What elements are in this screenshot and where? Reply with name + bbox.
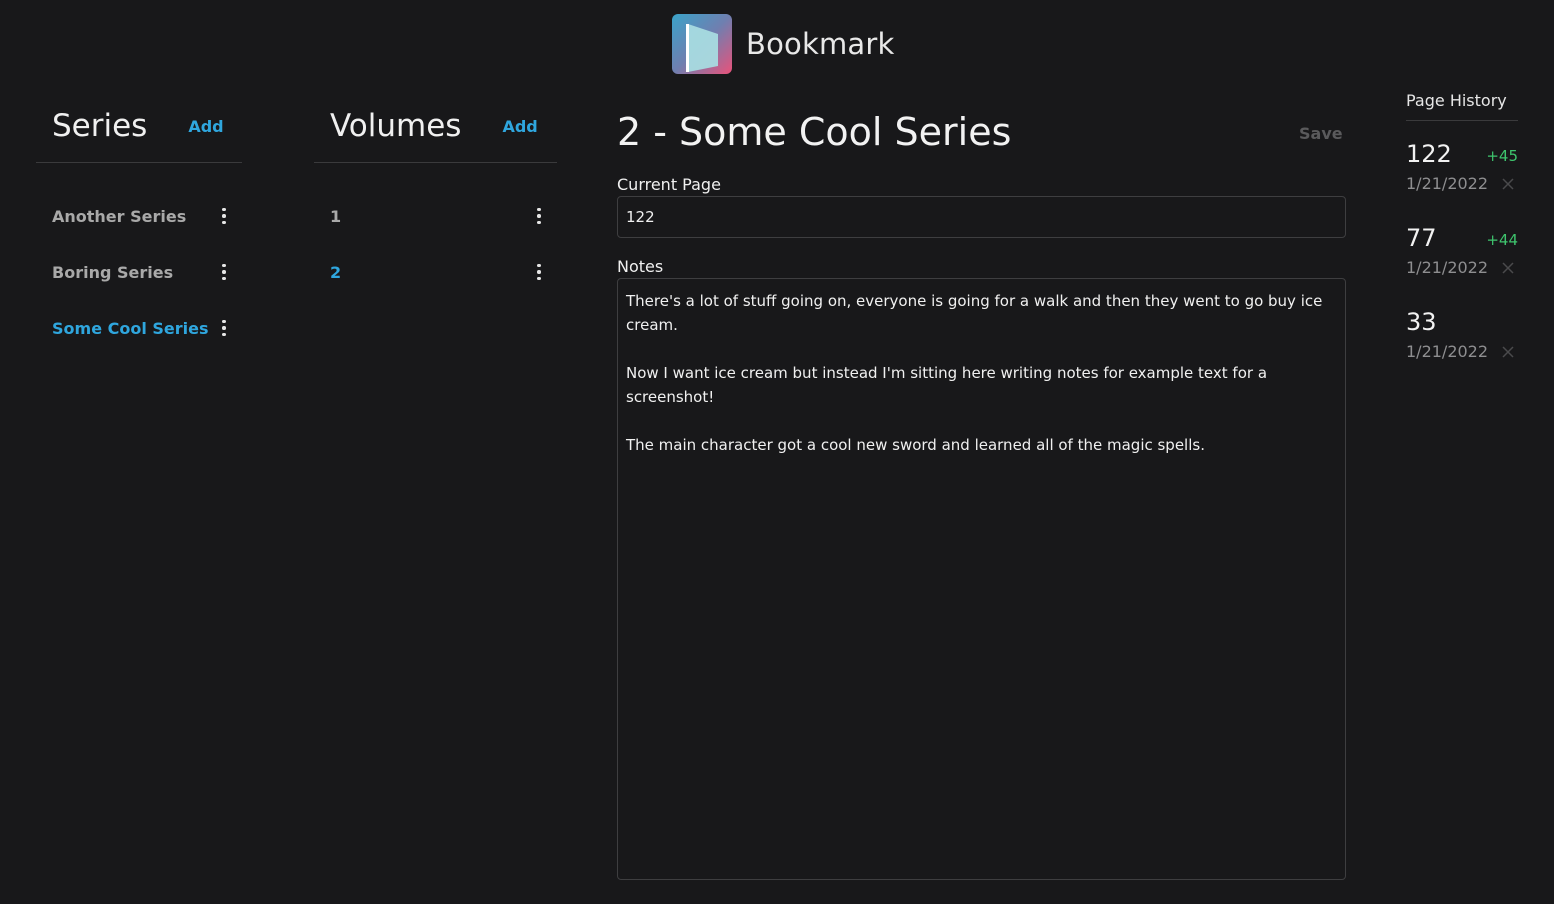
page-history-title: Page History (1406, 91, 1507, 110)
history-date: 1/21/2022 (1406, 258, 1489, 277)
volume-title: 2 - Some Cool Series (617, 110, 1012, 154)
volumes-divider (314, 162, 557, 163)
kebab-menu-icon[interactable] (214, 206, 234, 226)
series-item-some-cool-series[interactable]: Some Cool Series (52, 313, 234, 343)
notes-textarea[interactable]: There's a lot of stuff going on, everyon… (617, 278, 1346, 880)
add-volume-button[interactable]: Add (502, 117, 537, 136)
series-item-boring-series[interactable]: Boring Series (52, 257, 234, 287)
history-entry: 33 1/21/2022 (1406, 308, 1518, 368)
history-page: 77 (1406, 224, 1437, 252)
series-divider (36, 162, 242, 163)
close-icon[interactable] (1500, 176, 1516, 192)
volume-item-label: 2 (330, 262, 342, 282)
volume-item-label: 1 (330, 206, 342, 226)
history-page: 33 (1406, 308, 1437, 336)
series-item-label: Some Cool Series (52, 318, 209, 338)
series-item-label: Another Series (52, 206, 187, 226)
volumes-title: Volumes (330, 108, 462, 144)
close-icon[interactable] (1500, 344, 1516, 360)
kebab-menu-icon[interactable] (529, 206, 549, 226)
history-page: 122 (1406, 140, 1452, 168)
close-icon[interactable] (1500, 260, 1516, 276)
history-date: 1/21/2022 (1406, 174, 1489, 193)
history-date: 1/21/2022 (1406, 342, 1489, 361)
save-button[interactable]: Save (1299, 124, 1343, 143)
current-page-input[interactable] (617, 196, 1346, 238)
app-root: Bookmark Series Add Another Series Borin… (0, 0, 1554, 904)
kebab-menu-icon[interactable] (214, 262, 234, 282)
add-series-button[interactable]: Add (188, 117, 223, 136)
volume-item-1[interactable]: 1 (330, 201, 549, 231)
series-header: Series Add (52, 106, 224, 146)
app-title: Bookmark (746, 27, 895, 61)
history-delta: +44 (1486, 231, 1518, 249)
series-item-label: Boring Series (52, 262, 174, 282)
app-header: Bookmark (672, 14, 895, 74)
history-entry: 77 +44 1/21/2022 (1406, 224, 1518, 284)
page-history-divider (1406, 120, 1518, 121)
kebab-menu-icon[interactable] (529, 262, 549, 282)
volume-item-2[interactable]: 2 (330, 257, 549, 287)
volumes-header: Volumes Add (330, 106, 538, 146)
kebab-menu-icon[interactable] (214, 318, 234, 338)
current-page-label: Current Page (617, 175, 721, 194)
history-entry: 122 +45 1/21/2022 (1406, 140, 1518, 200)
bookmark-logo-icon (672, 14, 732, 74)
series-title: Series (52, 108, 148, 144)
history-delta: +45 (1486, 147, 1518, 165)
series-item-another-series[interactable]: Another Series (52, 201, 234, 231)
notes-label: Notes (617, 257, 664, 276)
